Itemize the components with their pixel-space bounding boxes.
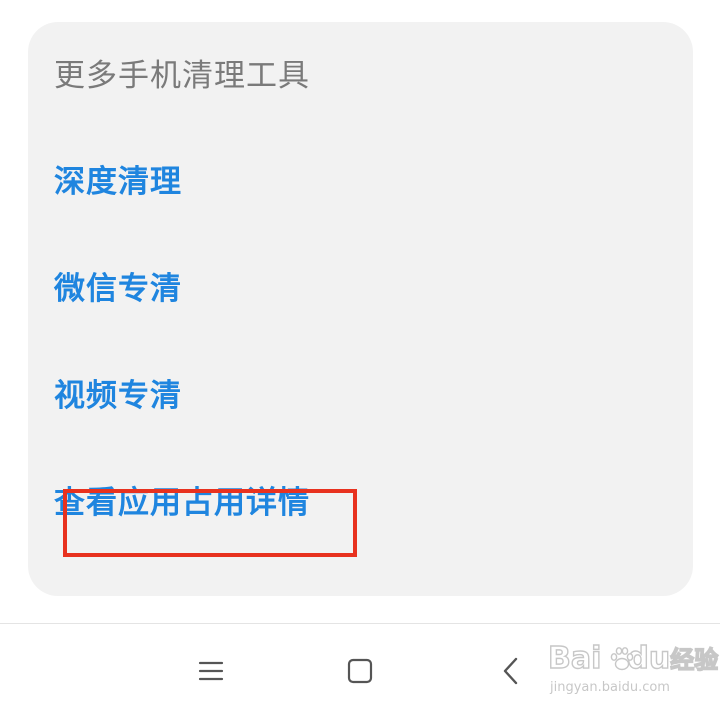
watermark-url: jingyan.baidu.com bbox=[550, 680, 670, 695]
app-usage-details-link[interactable]: 查看应用占用详情 bbox=[54, 483, 310, 523]
deep-clean-link[interactable]: 深度清理 bbox=[54, 162, 182, 202]
baidu-jingyan-watermark: Bai du经验 jingyan.baidu.com bbox=[547, 640, 719, 702]
nav-divider bbox=[0, 623, 720, 624]
video-clean-link[interactable]: 视频专清 bbox=[54, 376, 182, 416]
menu-icon bbox=[198, 661, 224, 681]
back-button[interactable] bbox=[486, 646, 536, 696]
menu-button[interactable] bbox=[186, 646, 236, 696]
wechat-clean-link[interactable]: 微信专清 bbox=[54, 269, 182, 309]
paw-logo-icon bbox=[610, 647, 634, 671]
section-title: 更多手机清理工具 bbox=[54, 58, 310, 94]
back-chevron-icon bbox=[503, 657, 518, 685]
square-home-icon bbox=[347, 658, 373, 684]
home-button[interactable] bbox=[335, 646, 385, 696]
